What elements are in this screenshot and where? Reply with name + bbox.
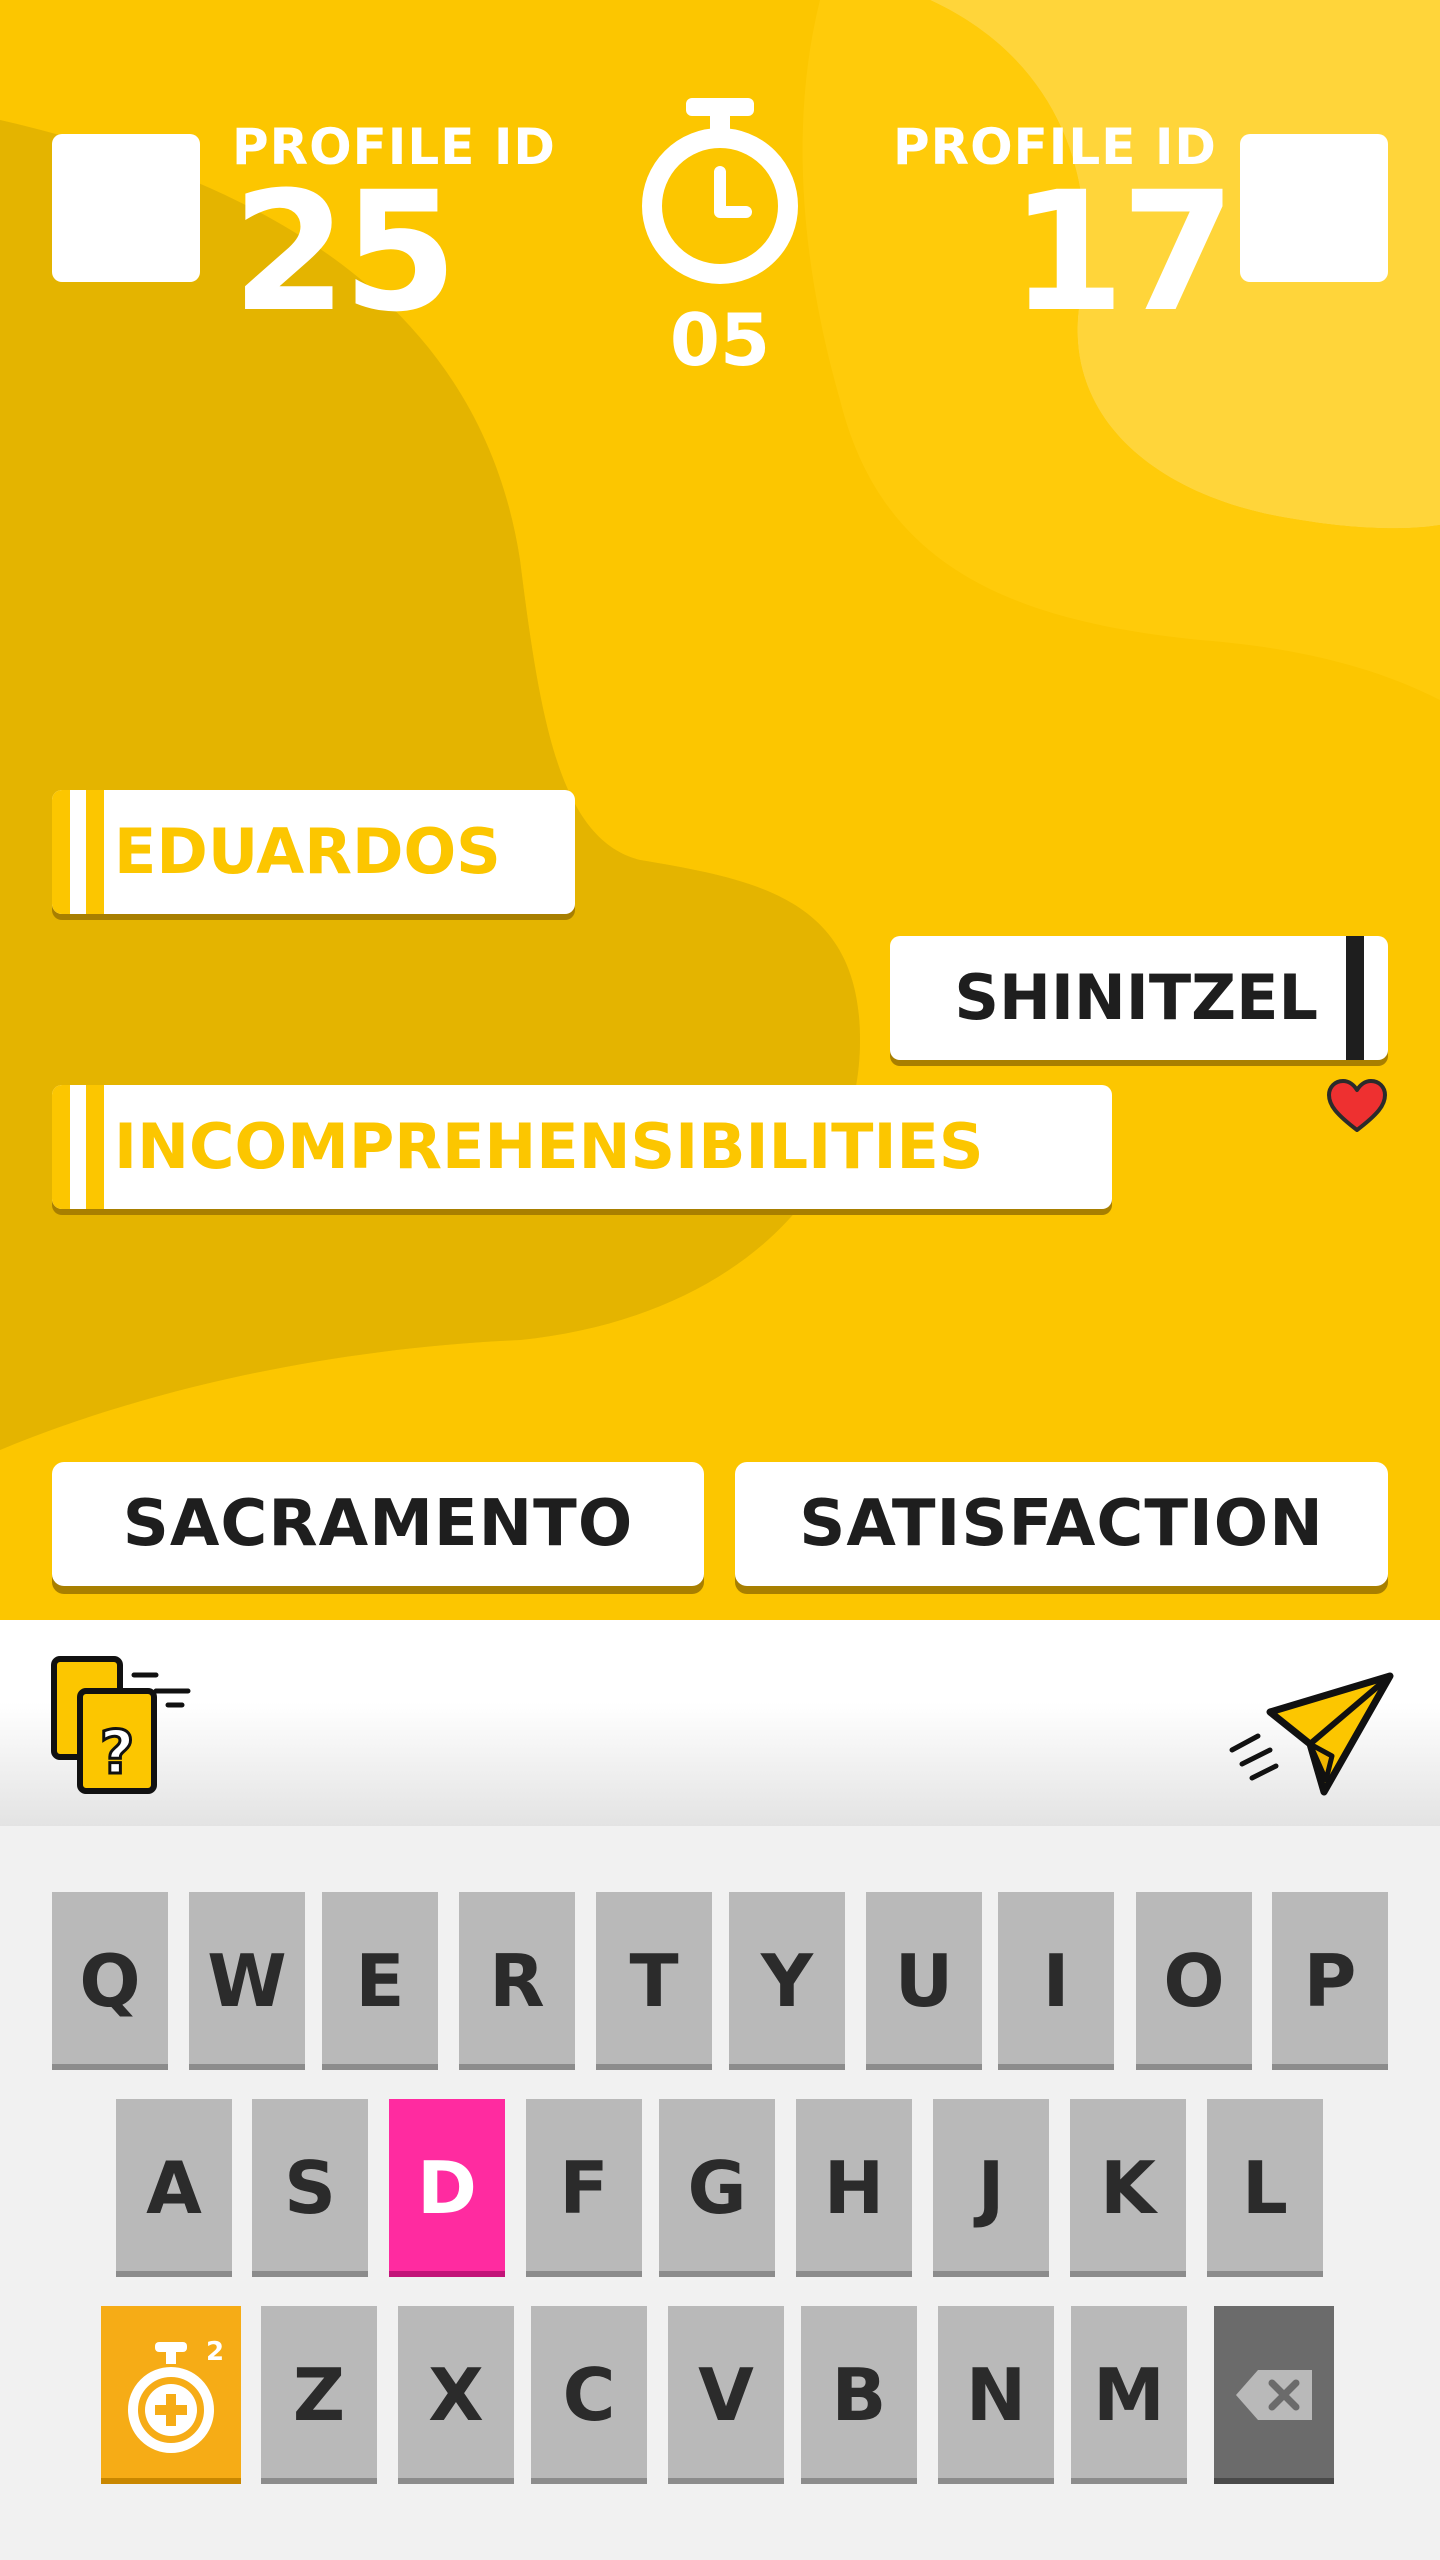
- played-word-text: SHINITZEL: [954, 961, 1318, 1034]
- word-owner-bar: [86, 1085, 104, 1209]
- backspace-key[interactable]: [1214, 2306, 1334, 2484]
- bonus-time-key[interactable]: 2: [101, 2306, 241, 2484]
- game-area: PROFILE ID 25 05 PROFILE ID 17 EDUARDOS …: [0, 0, 1440, 1620]
- paper-plane-icon[interactable]: [1228, 1672, 1398, 1806]
- key-j[interactable]: J: [933, 2099, 1049, 2277]
- choice-button[interactable]: SATISFACTION: [735, 1462, 1388, 1586]
- word-owner-bar: [52, 1085, 70, 1209]
- key-l[interactable]: L: [1207, 2099, 1323, 2277]
- word-owner-bar: [52, 790, 70, 914]
- svg-text:?: ?: [100, 1718, 135, 1788]
- key-u[interactable]: U: [866, 1892, 982, 2070]
- backspace-icon: [1236, 2370, 1312, 2420]
- key-v[interactable]: V: [668, 2306, 784, 2484]
- player-left-avatar[interactable]: [52, 134, 200, 282]
- played-word: EDUARDOS: [52, 790, 575, 914]
- key-r[interactable]: R: [459, 1892, 575, 2070]
- key-a[interactable]: A: [116, 2099, 232, 2277]
- key-h[interactable]: H: [796, 2099, 912, 2277]
- key-b[interactable]: B: [801, 2306, 917, 2484]
- key-n[interactable]: N: [938, 2306, 1054, 2484]
- key-p[interactable]: P: [1272, 1892, 1388, 2070]
- player-left-score: 25: [232, 156, 458, 348]
- key-q[interactable]: Q: [52, 1892, 168, 2070]
- player-right-avatar[interactable]: [1240, 134, 1388, 282]
- stopwatch-icon: [634, 96, 806, 300]
- word-owner-bar: [1346, 936, 1364, 1060]
- choice-button[interactable]: SACRAMENTO: [52, 1462, 704, 1586]
- key-t[interactable]: T: [596, 1892, 712, 2070]
- key-g[interactable]: G: [659, 2099, 775, 2277]
- played-word-text: EDUARDOS: [114, 815, 501, 888]
- word-owner-bar: [86, 790, 104, 914]
- key-i[interactable]: I: [998, 1892, 1114, 2070]
- bonus-count: 2: [206, 2337, 224, 2367]
- key-s[interactable]: S: [252, 2099, 368, 2277]
- input-toolbar: [0, 1620, 1440, 1826]
- heart-icon[interactable]: [1326, 1078, 1388, 1138]
- key-o[interactable]: O: [1136, 1892, 1252, 2070]
- key-k[interactable]: K: [1070, 2099, 1186, 2277]
- key-w[interactable]: W: [189, 1892, 305, 2070]
- key-x[interactable]: X: [398, 2306, 514, 2484]
- key-d[interactable]: D: [389, 2099, 505, 2277]
- key-e[interactable]: E: [322, 1892, 438, 2070]
- key-f[interactable]: F: [526, 2099, 642, 2277]
- key-y[interactable]: Y: [729, 1892, 845, 2070]
- timer-value: 05: [669, 298, 771, 382]
- played-word-text: INCOMPREHENSIBILITIES: [114, 1110, 984, 1183]
- stopwatch-plus-icon: 2: [128, 2337, 224, 2453]
- key-z[interactable]: Z: [261, 2306, 377, 2484]
- player-right-score: 17: [1010, 156, 1236, 348]
- played-word: SHINITZEL: [890, 936, 1388, 1060]
- key-c[interactable]: C: [531, 2306, 647, 2484]
- hint-cards-icon[interactable]: ?: [50, 1655, 200, 1799]
- key-m[interactable]: M: [1071, 2306, 1187, 2484]
- played-word: INCOMPREHENSIBILITIES: [52, 1085, 1112, 1209]
